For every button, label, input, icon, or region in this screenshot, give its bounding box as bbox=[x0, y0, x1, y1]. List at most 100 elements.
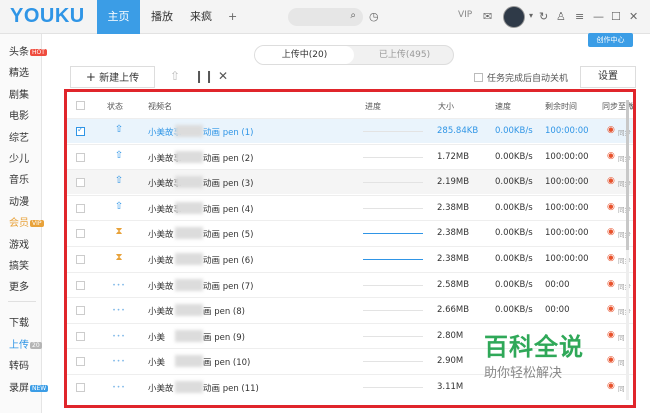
sync-label: 同步 bbox=[618, 257, 631, 265]
header-sync[interactable]: 同步至微 bbox=[602, 101, 633, 112]
video-name-prefix: 小美 bbox=[148, 358, 166, 369]
header-speed[interactable]: 速度 bbox=[495, 101, 511, 112]
refresh-icon[interactable]: ↻ bbox=[539, 10, 548, 23]
nav-tab-0[interactable]: 主页 bbox=[97, 0, 140, 34]
youku-logo[interactable]: YOUKU bbox=[10, 5, 85, 28]
header-remaining[interactable]: 剩余时间 bbox=[545, 101, 577, 112]
table-row[interactable]: ⧗ 小美故 动画 pen (6) 2.38MB 0.00KB/s 100:00:00 ◉ 同步 bbox=[67, 246, 633, 271]
mail-icon[interactable]: ✉ bbox=[483, 10, 492, 23]
weibo-icon[interactable]: ◉ bbox=[607, 381, 615, 391]
row-checkbox[interactable] bbox=[76, 280, 85, 290]
status-queue-icon: ••• bbox=[112, 307, 126, 315]
close-icon[interactable]: ✕ bbox=[629, 10, 638, 23]
sync-label: 同 bbox=[618, 359, 625, 368]
blurred-name-segment bbox=[175, 355, 203, 368]
settings-button[interactable]: 设置 bbox=[580, 66, 636, 88]
header-name[interactable]: 视频名 bbox=[148, 101, 172, 112]
row-checkbox[interactable] bbox=[76, 331, 85, 341]
row-checkbox[interactable] bbox=[76, 203, 85, 213]
row-checkbox[interactable] bbox=[76, 229, 85, 239]
avatar[interactable] bbox=[503, 6, 525, 28]
scrollbar-thumb[interactable] bbox=[626, 100, 629, 250]
row-checkbox[interactable] bbox=[76, 125, 85, 136]
video-name-suffix: 画 pen (9) bbox=[203, 332, 245, 343]
weibo-icon[interactable]: ◉ bbox=[607, 227, 615, 237]
video-name-prefix: 小美 bbox=[148, 332, 166, 343]
sidebar-item-0[interactable]: 头条 HOT bbox=[9, 43, 47, 58]
auto-shutdown-option[interactable]: 任务完成后自动关机 bbox=[474, 71, 568, 84]
sidebar-item-3[interactable]: 电影 bbox=[9, 107, 29, 122]
sidebar-item-10[interactable]: 搞笑 bbox=[9, 257, 29, 272]
sidebar-item-1[interactable]: 精选 bbox=[9, 64, 29, 79]
nav-tab-1[interactable]: 播放 bbox=[142, 0, 182, 34]
start-upload-icon[interactable]: ⇧ bbox=[170, 69, 180, 83]
pause-icon[interactable]: ❙❙ bbox=[194, 69, 214, 83]
header-status[interactable]: 状态 bbox=[107, 101, 123, 112]
history-icon[interactable]: ◷ bbox=[369, 10, 379, 23]
sidebar-item-11[interactable]: 更多 bbox=[9, 278, 29, 293]
select-all-checkbox[interactable] bbox=[76, 101, 85, 110]
table-row[interactable]: ⇧小美故事动画 pen (1)285.84KB0.00KB/s100:00:00… bbox=[67, 118, 633, 143]
skin-icon[interactable]: ♙ bbox=[556, 10, 566, 23]
row-checkbox[interactable] bbox=[76, 255, 85, 264]
row-checkbox[interactable] bbox=[76, 152, 85, 162]
sidebar-item-8[interactable]: 会员 VIP bbox=[9, 214, 44, 229]
sidebar-item-label: 头条 bbox=[9, 47, 29, 58]
creator-center-button[interactable]: 创作中心 bbox=[588, 33, 633, 47]
sidebar-item-2[interactable]: 剧集 bbox=[9, 86, 29, 101]
weibo-icon[interactable]: ◉ bbox=[607, 253, 615, 263]
dropdown-icon[interactable]: ▾ bbox=[529, 11, 533, 20]
file-size: 2.38MB bbox=[437, 228, 470, 239]
maximize-icon[interactable]: ☐ bbox=[611, 10, 621, 23]
search-input[interactable]: ⌕ bbox=[288, 8, 363, 26]
row-checkbox[interactable] bbox=[76, 306, 85, 316]
progress-bar bbox=[363, 131, 423, 132]
row-checkbox[interactable] bbox=[76, 178, 85, 188]
sidebar-item-7[interactable]: 动漫 bbox=[9, 193, 29, 208]
weibo-icon[interactable]: ◉ bbox=[607, 202, 615, 212]
weibo-icon[interactable]: ◉ bbox=[607, 151, 615, 161]
row-checkbox[interactable] bbox=[76, 357, 85, 367]
table-row[interactable]: ••• 小美故 画 pen (8) 2.66MB 0.00KB/s 00:00 ◉ 同步 bbox=[67, 297, 633, 322]
table-row[interactable]: ⇧ 小美故事 动画 pen (3) 2.19MB 0.00KB/s 100:00:00 ◉ 同… bbox=[67, 169, 633, 195]
sidebar-item-5[interactable]: 少儿 bbox=[9, 150, 29, 165]
add-tab-icon[interactable]: + bbox=[228, 10, 237, 23]
new-upload-button[interactable]: + 新建上传 bbox=[70, 66, 155, 88]
header-progress[interactable]: 进度 bbox=[365, 101, 381, 112]
remaining-time: 100:00:00 bbox=[545, 126, 589, 136]
weibo-icon[interactable]: ◉ bbox=[607, 176, 615, 186]
auto-shutdown-checkbox[interactable] bbox=[474, 73, 483, 82]
nav-tab-2[interactable]: 来疯 bbox=[186, 0, 216, 34]
sidebar-bottom-item-2[interactable]: 转码 bbox=[9, 357, 29, 372]
weibo-icon[interactable]: ◉ bbox=[607, 304, 615, 314]
tab-uploading[interactable]: 上传中(20) bbox=[255, 46, 354, 64]
sidebar-item-4[interactable]: 综艺 bbox=[9, 129, 29, 144]
weibo-icon[interactable]: ◉ bbox=[607, 125, 615, 135]
weibo-icon[interactable]: ◉ bbox=[607, 279, 615, 289]
tab-uploaded[interactable]: 已上传(495) bbox=[355, 46, 454, 64]
progress-bar bbox=[363, 387, 423, 388]
progress-bar bbox=[363, 233, 423, 235]
header-size[interactable]: 大小 bbox=[438, 101, 454, 112]
progress-bar bbox=[363, 259, 423, 260]
sidebar-item-6[interactable]: 音乐 bbox=[9, 171, 29, 186]
table-row[interactable]: ••• 小美故 动画 pen (7) 2.58MB 0.00KB/s 00:00 ◉ 同步 bbox=[67, 271, 633, 297]
minimize-icon[interactable]: — bbox=[593, 10, 604, 23]
vip-label[interactable]: VIP bbox=[458, 10, 472, 20]
table-scrollbar[interactable] bbox=[626, 100, 629, 400]
sidebar-badge: HOT bbox=[30, 49, 47, 56]
video-name-suffix: 动画 pen (2) bbox=[203, 153, 254, 164]
sidebar-bottom-item-1[interactable]: 上传 20 bbox=[9, 336, 42, 351]
menu-icon[interactable]: ≡ bbox=[575, 10, 584, 23]
sidebar-item-9[interactable]: 游戏 bbox=[9, 236, 29, 251]
delete-icon[interactable]: ✕ bbox=[218, 69, 228, 83]
sidebar-item-label: 剧集 bbox=[9, 89, 29, 101]
table-row[interactable]: ⇧ 小美故事 动画 pen (4) 2.38MB 0.00KB/s 100:00:00 ◉ 同… bbox=[67, 194, 633, 220]
search-icon[interactable]: ⌕ bbox=[350, 10, 356, 21]
sidebar-bottom-item-0[interactable]: 下载 bbox=[9, 314, 29, 329]
sidebar-item-label: 搞笑 bbox=[9, 261, 29, 272]
row-checkbox[interactable] bbox=[76, 383, 85, 392]
sidebar-bottom-item-3[interactable]: 录屏 NEW bbox=[9, 379, 49, 394]
table-row[interactable]: ⧗ 小美故 动画 pen (5) 2.38MB 0.00KB/s 100:00:00 ◉ 同步 bbox=[67, 220, 633, 245]
table-row[interactable]: ⇧ 小美故事 动画 pen (2) 1.72MB 0.00KB/s 100:00:00 ◉ 同… bbox=[67, 143, 633, 169]
